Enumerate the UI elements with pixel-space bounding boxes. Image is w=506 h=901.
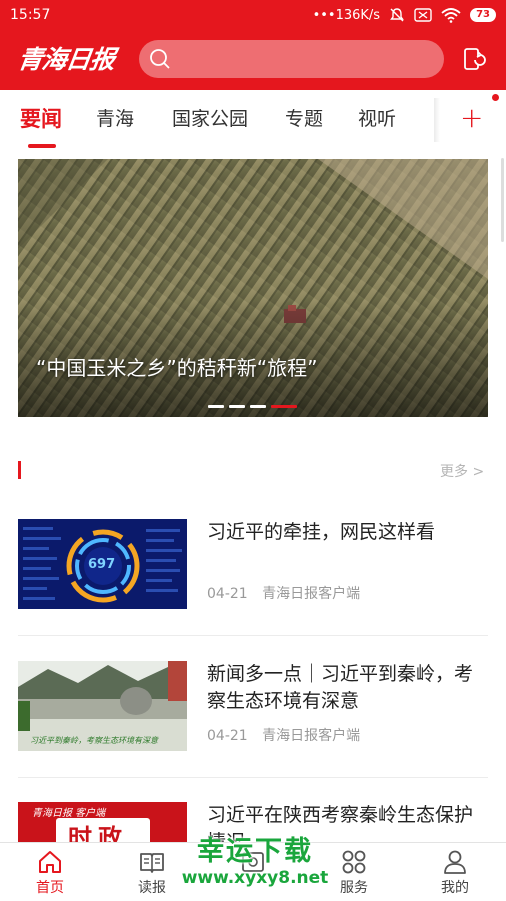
refresh-phone-icon[interactable] (460, 46, 488, 74)
watermark-title: 幸运下载 (197, 836, 313, 867)
status-bar: 15:57 •••136K/s 73 (0, 0, 506, 30)
divider (18, 635, 488, 636)
search-icon (150, 49, 170, 69)
watermark-url: www.xyxy8.net (181, 868, 329, 888)
carousel-dot[interactable] (208, 405, 224, 408)
home-icon (39, 851, 61, 873)
section-marker (18, 461, 21, 479)
carousel-dot-active[interactable] (271, 405, 297, 408)
nav-home[interactable]: 首页 (20, 843, 80, 901)
search-input[interactable] (179, 50, 429, 68)
banner-carousel[interactable]: “中国玉米之乡”的秸秆新“旅程” (18, 159, 488, 417)
scrollbar (501, 158, 504, 242)
news-thumbnail: 习近平到秦岭，考察生态环境有深意 (18, 661, 187, 751)
app-logo: 青海日报 (16, 45, 117, 74)
status-icons: •••136K/s 73 (313, 7, 496, 23)
thumbnail-logo: 青海日报 客户端 (32, 808, 106, 819)
tabs-fade (434, 98, 440, 142)
carousel-dot[interactable] (250, 405, 266, 408)
tab-national-park[interactable]: 国家公园 (172, 90, 248, 148)
notification-dot (492, 94, 499, 101)
user-icon (444, 850, 466, 874)
news-item[interactable]: 697 习近平的牵挂，网民这样看 04-21 青海日报客户端 (18, 519, 488, 661)
status-time: 15:57 (10, 7, 51, 23)
nav-label: 首页 (36, 880, 64, 896)
news-item[interactable]: 习近平到秦岭，考察生态环境有深意 新闻多一点｜习近平到秦岭，考察生态环境有深意 … (18, 661, 488, 803)
divider (18, 777, 488, 778)
news-title: 习近平的牵挂，网民这样看 (207, 521, 436, 543)
tab-special[interactable]: 专题 (285, 90, 323, 148)
news-source: 青海日报客户端 (262, 728, 361, 744)
bell-off-icon (390, 8, 404, 22)
tab-video[interactable]: 视听 (358, 90, 396, 148)
battery-icon: 73 (470, 8, 496, 22)
news-thumbnail: 697 (18, 519, 187, 609)
sim-icon (414, 8, 432, 22)
tab-qinghai[interactable]: 青海 (96, 90, 134, 148)
network-speed: •••136K/s (312, 7, 381, 23)
thumbnail-caption: 习近平到秦岭，考察生态环境有深意 (30, 736, 158, 745)
nav-label: 我的 (441, 880, 469, 896)
channel-tabs: 要闻 青海 国家公园 专题 视听 + (0, 90, 506, 148)
news-source: 青海日报客户端 (262, 586, 361, 602)
more-link[interactable]: 更多 > (440, 461, 484, 481)
watermark: 幸运下载 www.xyxy8.net (160, 836, 350, 888)
active-tab-indicator (28, 144, 56, 148)
carousel-indicator (208, 405, 297, 408)
thumbnail-title: 时政 (68, 824, 128, 842)
wifi-icon (441, 8, 461, 23)
news-date: 04-21 (207, 586, 248, 602)
search-bar[interactable] (139, 40, 444, 78)
news-meta: 04-21 青海日报客户端 (207, 583, 360, 603)
carousel-dot[interactable] (229, 405, 245, 408)
thumbnail-number: 697 (88, 557, 116, 572)
banner-caption: “中国玉米之乡”的秸秆新“旅程” (36, 356, 318, 380)
nav-profile[interactable]: 我的 (425, 843, 485, 901)
add-channel-button[interactable]: + (460, 90, 483, 148)
tab-headlines[interactable]: 要闻 (20, 90, 62, 148)
news-date: 04-21 (207, 728, 248, 744)
news-title: 新闻多一点｜习近平到秦岭，考察生态环境有深意 (207, 663, 474, 712)
news-meta: 04-21 青海日报客户端 (207, 725, 360, 745)
app-header: 青海日报 (0, 30, 506, 90)
